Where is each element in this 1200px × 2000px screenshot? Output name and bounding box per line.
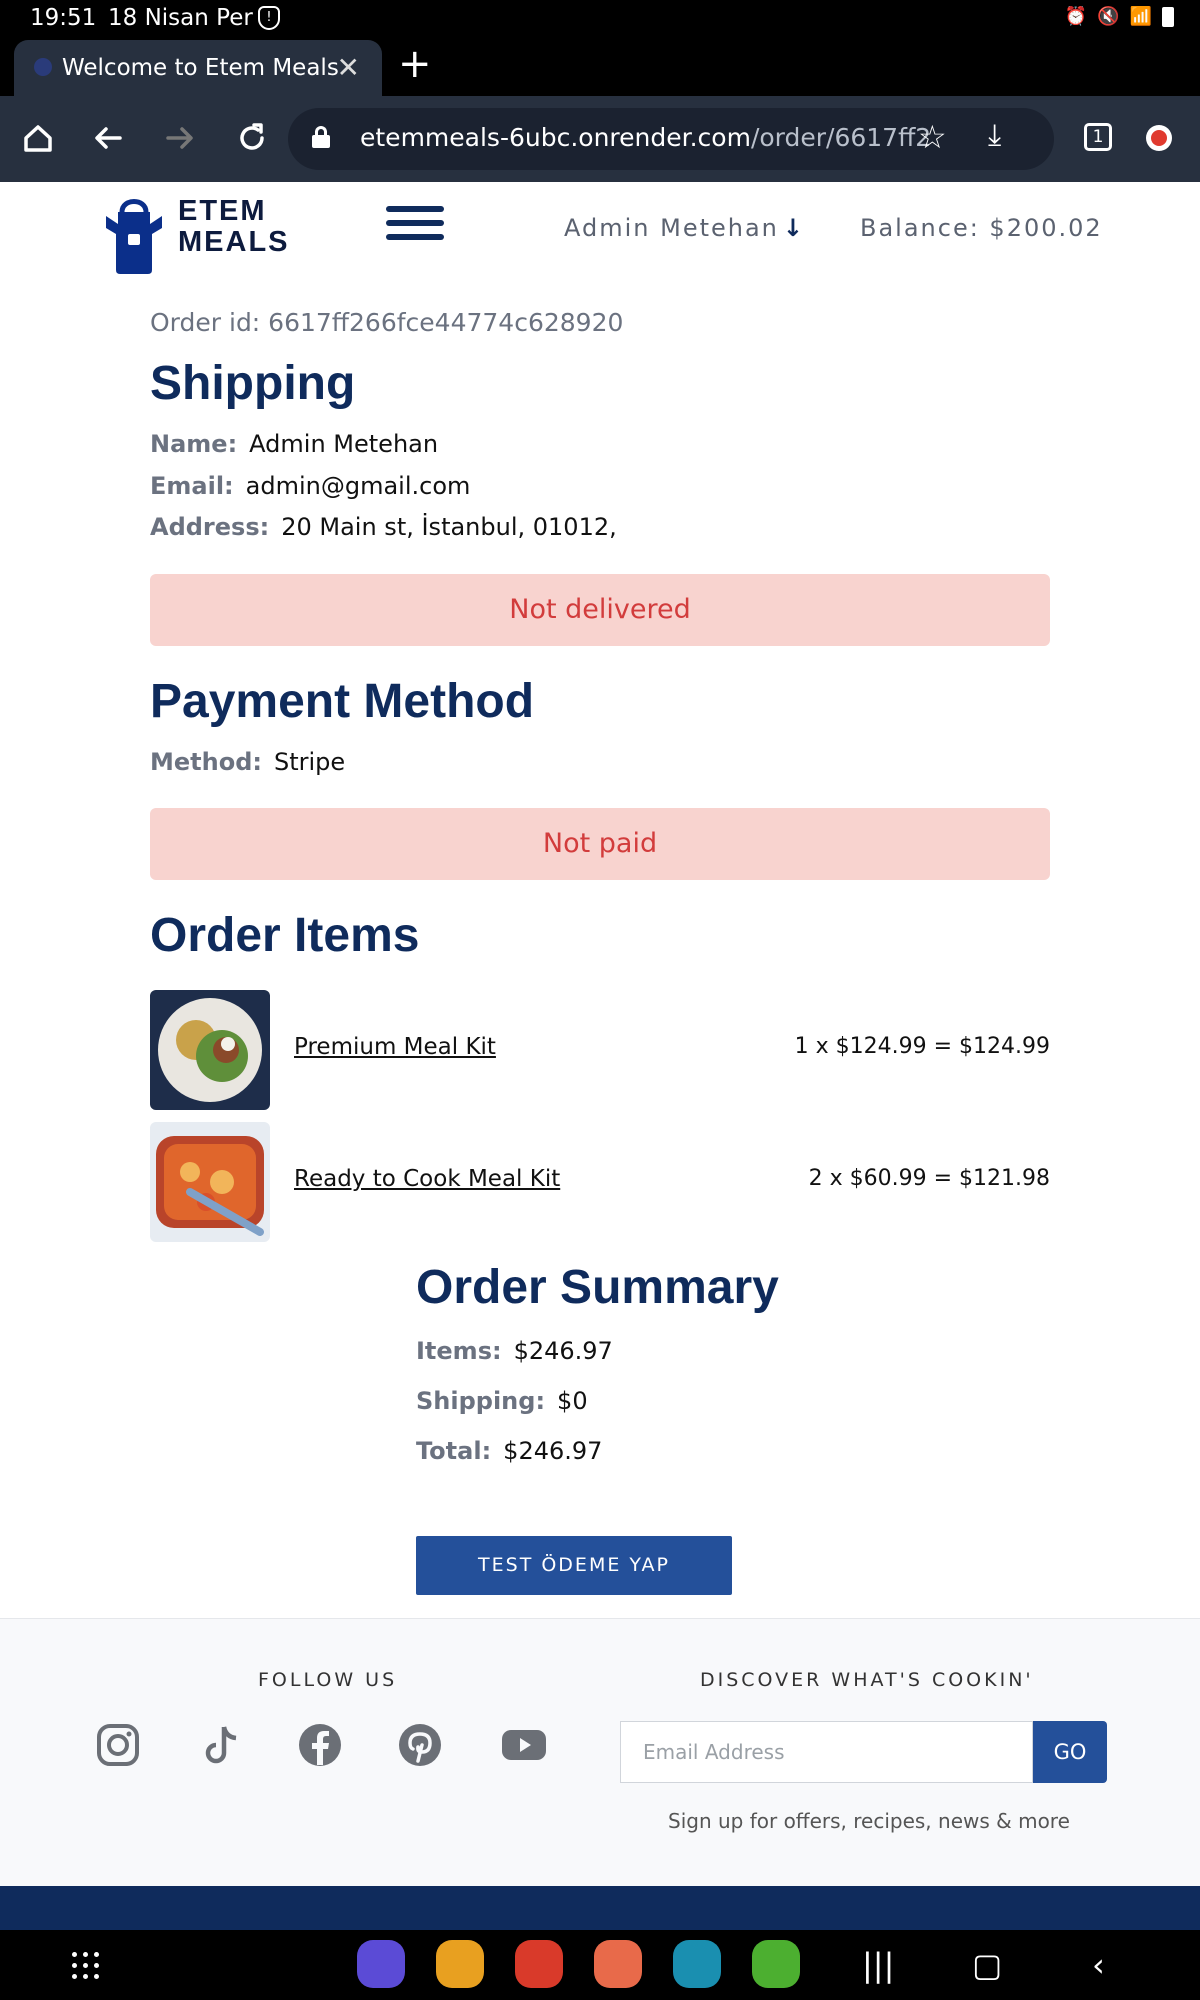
shield-icon: ! xyxy=(258,6,280,30)
instagram-icon[interactable] xyxy=(94,1721,142,1769)
order-id: Order id: 6617ff266fce44774c628920 xyxy=(150,308,624,337)
order-summary: Order Summary Items: $246.97 Shipping: $0 … xyxy=(416,1260,916,1465)
summary-total-row: Total: $246.97 xyxy=(416,1437,603,1465)
item-price: 2 x $60.99 = $121.98 xyxy=(808,1166,1050,1191)
wifi-icon: 📶 xyxy=(1129,6,1152,27)
tab-strip: Welcome to Etem Meals ✕ + xyxy=(0,36,1200,96)
shipping-heading: Shipping xyxy=(150,357,356,410)
back-button-icon[interactable]: ‹ xyxy=(1092,1946,1105,1984)
item-price: 1 x $124.99 = $124.99 xyxy=(794,1034,1050,1059)
newsletter-email-input[interactable] xyxy=(620,1721,1033,1783)
follow-us-heading: FOLLOW US xyxy=(258,1669,398,1691)
apron-logo-icon[interactable] xyxy=(104,194,164,274)
mute-icon: 🔇 xyxy=(1097,6,1120,27)
reload-icon[interactable] xyxy=(230,116,274,160)
delivery-status-alert: Not delivered xyxy=(150,574,1050,646)
android-nav-bar: ||| ▢ ‹ xyxy=(0,1930,1200,2000)
app-drawer-icon[interactable] xyxy=(72,1952,100,1980)
youtube-icon[interactable] xyxy=(500,1721,548,1769)
shipping-address-row: Address: 20 Main st, İstanbul, 01012, xyxy=(150,513,617,541)
url-bar[interactable]: etemmeals-6ubc.onrender.com/order/6617ff… xyxy=(288,108,1054,170)
files-app-icon[interactable] xyxy=(436,1940,484,1988)
url-text: etemmeals-6ubc.onrender.com/order/6617ff… xyxy=(360,123,932,152)
lock-icon xyxy=(312,126,330,148)
test-payment-button[interactable]: TEST ÖDEME YAP xyxy=(416,1536,732,1595)
browser-tab[interactable]: Welcome to Etem Meals ✕ xyxy=(14,40,382,96)
browser-toolbar: etemmeals-6ubc.onrender.com/order/6617ff… xyxy=(0,96,1200,182)
extension-icon[interactable] xyxy=(1146,125,1172,151)
payment-method-row: Method: Stripe xyxy=(150,748,346,776)
back-icon[interactable] xyxy=(86,116,130,160)
favicon-icon xyxy=(34,58,52,76)
forward-icon[interactable] xyxy=(158,116,202,160)
user-menu[interactable]: Admin Metehan ↓ xyxy=(564,214,805,242)
download-icon[interactable]: ⤓ xyxy=(988,118,1001,153)
premium-meal-kit-image[interactable] xyxy=(150,990,270,1110)
contacts-app-icon[interactable] xyxy=(594,1940,642,1988)
battery-icon xyxy=(1162,6,1174,27)
status-date: 18 Nisan Per xyxy=(108,5,253,31)
ready-to-cook-meal-kit-image[interactable] xyxy=(150,1122,270,1242)
item-name-link[interactable]: Ready to Cook Meal Kit xyxy=(294,1166,560,1192)
payment-status-alert: Not paid xyxy=(150,808,1050,880)
summary-shipping-row: Shipping: $0 xyxy=(416,1387,588,1415)
terminal-app-icon[interactable] xyxy=(357,1940,405,1988)
summary-items-row: Items: $246.97 xyxy=(416,1337,613,1365)
user-name: Admin Metehan xyxy=(564,214,779,242)
brand-name[interactable]: ETEM MEALS xyxy=(178,196,290,258)
home-button-icon[interactable]: ▢ xyxy=(972,1946,1002,1984)
balance: Balance: $200.02 xyxy=(860,214,1103,242)
newsletter-go-button[interactable]: GO xyxy=(1033,1721,1107,1783)
discover-heading: DISCOVER WHAT'S COOKIN' xyxy=(700,1669,1034,1691)
shipping-email-row: Email: admin@gmail.com xyxy=(150,472,471,500)
status-time: 19:51 xyxy=(30,5,97,31)
calendar-app-icon[interactable] xyxy=(673,1940,721,1988)
order-item: Ready to Cook Meal Kit 2 x $60.99 = $121… xyxy=(150,1122,1050,1242)
tiktok-icon[interactable] xyxy=(198,1721,246,1769)
site-footer: FOLLOW US DISCOVER WHAT'S COOKIN' GO Sig… xyxy=(0,1618,1200,1886)
order-items-heading: Order Items xyxy=(150,909,420,962)
footer-band xyxy=(0,1886,1200,1930)
bookmark-star-icon[interactable]: ☆ xyxy=(918,118,947,156)
signup-text: Sign up for offers, recipes, news & more xyxy=(668,1809,1070,1833)
item-name-link[interactable]: Premium Meal Kit xyxy=(294,1034,496,1060)
close-tab-icon[interactable]: ✕ xyxy=(337,51,360,84)
home-icon[interactable] xyxy=(16,116,60,160)
recent-apps-icon[interactable]: ||| xyxy=(862,1946,894,1984)
status-bar: 19:51 18 Nisan Per ! ⏰ 🔇 📶 xyxy=(0,0,1200,36)
notes-app-icon[interactable] xyxy=(515,1940,563,1988)
order-item: Premium Meal Kit 1 x $124.99 = $124.99 xyxy=(150,990,1050,1110)
tab-title: Welcome to Etem Meals xyxy=(62,55,339,81)
alarm-icon: ⏰ xyxy=(1064,6,1088,27)
calculator-app-icon[interactable] xyxy=(752,1940,800,1988)
new-tab-icon[interactable]: + xyxy=(398,44,432,84)
facebook-icon[interactable] xyxy=(296,1721,344,1769)
pinterest-icon[interactable] xyxy=(396,1721,444,1769)
site-header: ETEM MEALS Admin Metehan ↓ Balance: $200.… xyxy=(0,182,1200,282)
arrow-down-icon: ↓ xyxy=(782,214,806,242)
payment-method-heading: Payment Method xyxy=(150,675,535,728)
order-summary-heading: Order Summary xyxy=(416,1261,779,1314)
hamburger-menu-icon[interactable] xyxy=(386,206,444,246)
shipping-name-row: Name: Admin Metehan xyxy=(150,430,439,458)
tab-count-button[interactable]: 1 xyxy=(1084,123,1112,151)
